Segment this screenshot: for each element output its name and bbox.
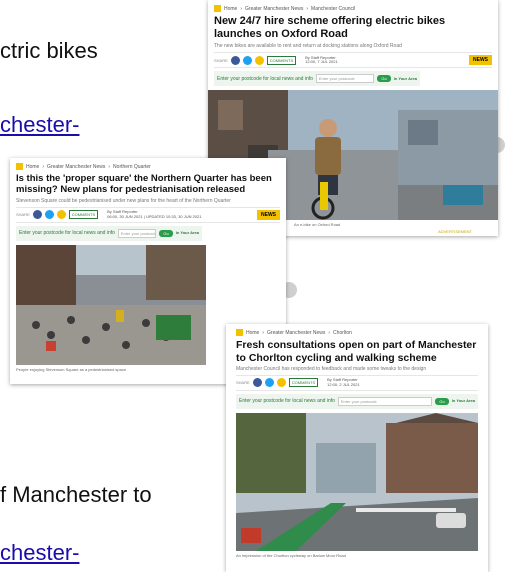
postcode-label: Enter your postcode for local news and i… — [217, 75, 313, 82]
share-label: SHARE — [236, 380, 250, 386]
article-photo-square — [16, 244, 206, 365]
article-subtitle: Stevenson Square could be pedestrianised… — [16, 197, 231, 204]
postcode-widget: Enter your postcode for local news and i… — [16, 225, 202, 241]
breadcrumb: Home › Greater Manchester News › Manches… — [214, 5, 492, 12]
bg-link-line1[interactable]: chester- — [0, 112, 79, 138]
breadcrumb-item[interactable]: Home — [224, 6, 237, 12]
facebook-icon[interactable] — [32, 210, 42, 220]
in-your-area-logo: In Your Area — [175, 230, 199, 236]
advertisement-label: ADVERTISEMENT — [438, 229, 472, 234]
twitter-icon[interactable] — [44, 210, 54, 220]
whatsapp-icon[interactable] — [254, 55, 264, 65]
byline: By Staff Reporter 12:00, 7 JUL 2021 — [305, 55, 338, 66]
timestamp: 12:00, 2 JUL 2021 — [327, 381, 360, 387]
article-subtitle: The new bikes are available to rent and … — [214, 43, 402, 50]
twitter-icon[interactable] — [242, 55, 252, 65]
whatsapp-icon[interactable] — [56, 210, 66, 220]
byline: By Staff Reporter 12:00, 2 JUL 2021 — [327, 377, 360, 388]
breadcrumb-item[interactable]: Home — [246, 330, 259, 336]
breadcrumb-item[interactable]: Home — [26, 164, 39, 170]
breadcrumb: Home › Greater Manchester News › Norther… — [16, 163, 280, 170]
twitter-icon[interactable] — [264, 378, 274, 388]
comments-button[interactable]: COMMENTS — [288, 378, 319, 388]
postcode-go-button[interactable]: Go — [377, 75, 391, 83]
in-your-area-logo: In Your Area — [451, 398, 475, 404]
share-label: SHARE — [214, 57, 228, 63]
postcode-go-button[interactable]: Go — [159, 229, 173, 237]
article-title[interactable]: Is this the 'proper square' the Northern… — [16, 173, 280, 196]
news-tag[interactable]: NEWS — [469, 55, 492, 66]
breadcrumb-item[interactable]: Chorlton — [333, 330, 352, 336]
article-title[interactable]: New 24/7 hire scheme offering electric b… — [214, 15, 492, 41]
photo-caption: An impression of the Chorlton cycleway o… — [236, 552, 346, 558]
postcode-input[interactable]: Enter your postcode — [117, 228, 157, 238]
article-photo-cycleway — [236, 412, 478, 551]
postcode-widget: Enter your postcode for local news and i… — [236, 393, 478, 409]
breadcrumb-item[interactable]: Manchester Council — [311, 6, 355, 12]
share-label: SHARE — [16, 212, 30, 218]
facebook-icon[interactable] — [230, 55, 240, 65]
timestamp: 12:00, 7 JUL 2021 — [305, 59, 338, 65]
breadcrumb-item[interactable]: Greater Manchester News — [245, 6, 303, 12]
comments-button[interactable]: COMMENTS — [266, 55, 297, 65]
postcode-go-button[interactable]: Go — [435, 397, 449, 405]
share-bar: SHARE COMMENTS By Staff Reporter 12:00, … — [214, 52, 492, 69]
breadcrumb-item[interactable]: Northern Quarter — [113, 164, 151, 170]
breadcrumb-item[interactable]: Greater Manchester News — [47, 164, 105, 170]
article-subtitle: Manchester Council has responded to feed… — [236, 366, 427, 373]
news-tag[interactable]: NEWS — [257, 209, 280, 220]
byline: By Staff Reporter 06:00, 30 JUN 2021 | U… — [107, 209, 202, 220]
postcode-widget: Enter your postcode for local news and i… — [214, 71, 420, 87]
postcode-label: Enter your postcode for local news and i… — [19, 230, 115, 237]
share-bar: SHARE COMMENTS By Staff Reporter 12:00, … — [236, 375, 478, 391]
whatsapp-icon[interactable] — [276, 378, 286, 388]
bg-link-line2[interactable]: chester- — [0, 540, 79, 566]
bg-text-line1: ctric bikes — [0, 38, 98, 63]
breadcrumb: Home › Greater Manchester News › Chorlto… — [236, 329, 478, 336]
postcode-label: Enter your postcode for local news and i… — [239, 398, 335, 405]
postcode-input[interactable]: Enter your postcode — [315, 74, 375, 84]
brand-logo-icon — [214, 5, 221, 12]
article-card-chorlton[interactable]: Home › Greater Manchester News › Chorlto… — [226, 324, 488, 572]
share-bar: SHARE COMMENTS By Staff Reporter 06:00, … — [16, 206, 280, 223]
breadcrumb-item[interactable]: Greater Manchester News — [267, 330, 325, 336]
article-title[interactable]: Fresh consultations open on part of Manc… — [236, 339, 478, 364]
brand-logo-icon — [16, 163, 23, 170]
bg-text-line2: f Manchester to — [0, 482, 152, 507]
timestamp: 06:00, 30 JUN 2021 | UPDATED 10:33, 30 J… — [107, 213, 202, 219]
comments-button[interactable]: COMMENTS — [68, 210, 99, 220]
postcode-input[interactable]: Enter your postcode — [337, 396, 433, 406]
in-your-area-logo: In Your Area — [393, 75, 417, 81]
brand-logo-icon — [236, 329, 243, 336]
facebook-icon[interactable] — [252, 378, 262, 388]
